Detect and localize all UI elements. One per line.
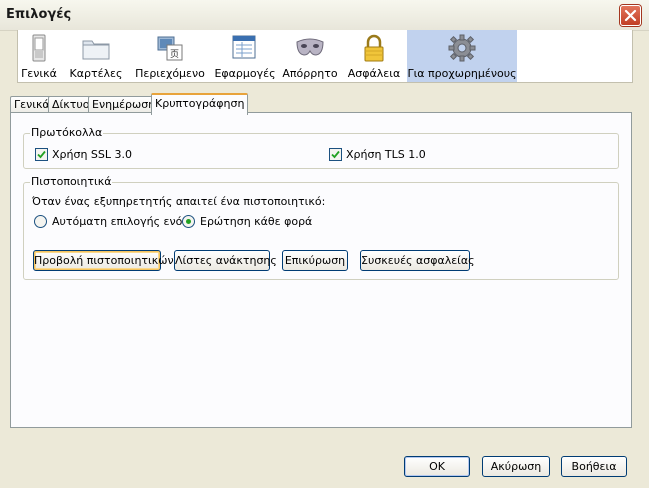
ssl-label: Χρήση SSL 3.0 (52, 148, 133, 161)
tab-encryption[interactable]: Κρυπτογράφηση (151, 93, 249, 115)
window-title: Επιλογές (6, 7, 72, 22)
encryption-panel: Πρωτόκολλα Χρήση SSL 3.0 Χρήση TLS 1.0 Π… (10, 112, 632, 428)
toolbar-general[interactable]: Γενικά (18, 30, 60, 82)
security-lock-icon (364, 34, 384, 62)
svg-text:页: 页 (170, 49, 179, 60)
toolbar-content-label: Περιεχόμενο (135, 67, 205, 80)
toolbar-applications-label: Εφαρμογές (214, 67, 276, 80)
advanced-gear-icon (448, 34, 476, 62)
certificates-prompt: Όταν ένας εξυπηρετητής απαιτεί ένα πιστο… (32, 195, 326, 208)
tab-network[interactable]: Δίκτυο (48, 96, 94, 113)
protocols-group: Πρωτόκολλα Χρήση SSL 3.0 Χρήση TLS 1.0 (23, 126, 619, 169)
revocation-lists-button[interactable]: Λίστες ανάκτησης (174, 250, 277, 271)
certificates-title: Πιστοποιητικά (30, 175, 113, 188)
toolbar-advanced[interactable]: Για προχωρημένους (407, 30, 517, 82)
tls-checkbox[interactable] (329, 148, 342, 161)
toolbar-tabs-label: Καρτέλες (69, 67, 123, 80)
content-icon: 页 (157, 36, 183, 61)
preferences-toolbar: Γενικά Καρτέλες 页 Περιεχόμενο Εφαρμογές (17, 30, 633, 83)
cancel-button[interactable]: Ακύρωση (482, 456, 550, 477)
check-icon (331, 150, 340, 159)
view-certificates-button[interactable]: Προβολή πιστοποιητικών (33, 250, 174, 271)
ask-every-time-radio[interactable] (182, 215, 195, 228)
tls-label: Χρήση TLS 1.0 (346, 148, 426, 161)
toolbar-privacy-label: Απόρρητο (282, 67, 338, 80)
close-icon (624, 9, 637, 22)
ask-every-time-label: Ερώτηση κάθε φορά (200, 215, 313, 228)
protocols-title: Πρωτόκολλα (30, 126, 104, 139)
toolbar-advanced-label: Για προχωρημένους (407, 67, 517, 80)
tab-update[interactable]: Ενημέρωση (88, 96, 160, 113)
certificates-group: Πιστοποιητικά Όταν ένας εξυπηρετητής απα… (23, 175, 619, 280)
close-button[interactable] (620, 5, 641, 26)
general-switch-icon (32, 34, 46, 62)
toolbar-security-label: Ασφάλεια (347, 67, 401, 80)
toolbar-applications[interactable]: Εφαρμογές (210, 30, 280, 82)
toolbar-privacy[interactable]: Απόρρητο (280, 30, 340, 82)
security-devices-button[interactable]: Συσκευές ασφαλείας (360, 250, 475, 271)
privacy-mask-icon (296, 38, 324, 56)
title-bar: Επιλογές (0, 0, 649, 31)
help-button[interactable]: Βοήθεια (561, 456, 627, 477)
ssl-checkbox[interactable] (35, 148, 48, 161)
toolbar-general-label: Γενικά (21, 67, 57, 80)
radio-selected-dot (186, 219, 191, 224)
auto-select-label: Αυτόματη επιλογής ενός (52, 215, 189, 228)
folder-tabs-icon (82, 40, 110, 60)
check-icon (37, 150, 46, 159)
validation-button[interactable]: Επικύρωση (282, 250, 348, 271)
toolbar-tabs[interactable]: Καρτέλες (66, 30, 126, 82)
applications-icon (232, 35, 256, 59)
toolbar-security[interactable]: Ασφάλεια (344, 30, 404, 82)
toolbar-content[interactable]: 页 Περιεχόμενο (130, 30, 210, 82)
auto-select-radio[interactable] (34, 215, 47, 228)
ok-button[interactable]: OK (404, 456, 470, 477)
